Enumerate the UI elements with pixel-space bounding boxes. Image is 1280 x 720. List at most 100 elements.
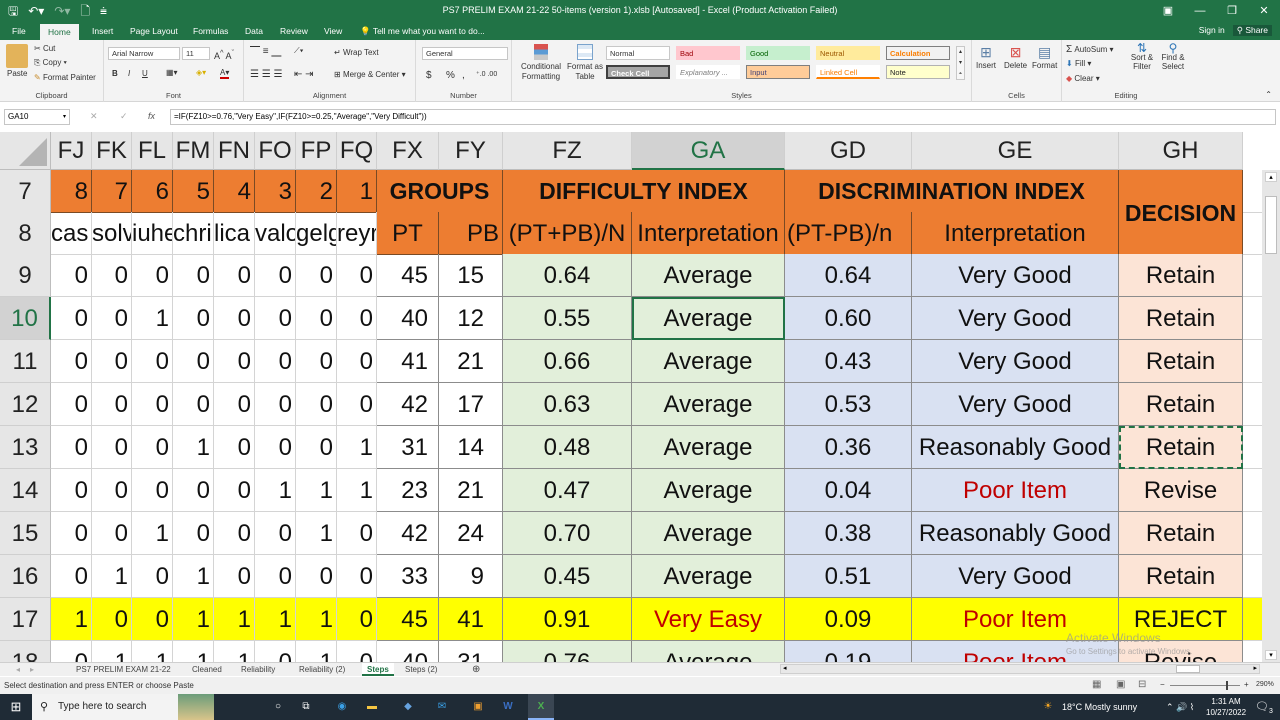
conditional-formatting-button[interactable]: Conditional Formatting (518, 44, 564, 82)
item-number-header[interactable]: 7 (92, 170, 132, 213)
row-header-12[interactable]: 12 (0, 383, 51, 426)
item-score-cell[interactable]: 0 (92, 598, 132, 641)
discrimination-interpretation-cell[interactable]: Reasonably Good (912, 512, 1119, 555)
decision-cell[interactable]: Revise (1119, 469, 1243, 512)
discrimination-index-header[interactable]: DISCRIMINATION INDEX (785, 170, 1119, 213)
item-score-cell[interactable]: 0 (214, 254, 255, 297)
vertical-scroll-thumb[interactable] (1265, 196, 1277, 254)
sheet-tab[interactable]: Reliability (2) (299, 663, 345, 676)
item-score-cell[interactable]: 0 (51, 555, 92, 598)
collapse-ribbon-icon[interactable]: ⌃ (1265, 90, 1272, 99)
item-score-cell[interactable]: 1 (214, 598, 255, 641)
discrimination-index-cell[interactable]: 0.43 (785, 340, 912, 383)
task-view-icon[interactable]: ⧉ (294, 694, 318, 720)
row-header-9[interactable]: 9 (0, 254, 51, 297)
pt-cell[interactable]: 40 (377, 297, 439, 340)
item-score-cell[interactable]: 0 (92, 254, 132, 297)
close-button[interactable]: ✕ (1248, 0, 1280, 22)
item-score-cell[interactable]: 1 (132, 641, 173, 662)
share-button[interactable]: ⚲ Share (1232, 25, 1272, 36)
format-button[interactable]: ▤ Format (1032, 44, 1057, 70)
style-explanatory[interactable]: Explanatory ... (676, 65, 740, 79)
decision-cell[interactable]: Retain (1119, 383, 1243, 426)
style-neutral[interactable]: Neutral (816, 46, 880, 60)
pb-cell[interactable]: 21 (439, 469, 503, 512)
item-number-header[interactable]: 5 (173, 170, 214, 213)
insert-function-icon[interactable]: fx (148, 111, 155, 121)
select-all-button[interactable] (0, 132, 51, 170)
pb-cell[interactable]: 17 (439, 383, 503, 426)
spreadsheet-grid[interactable]: FJ FK FL FM FN FO FP FQ FX FY FZ GA GD GE GH 7 8 9 10 11 12 1… (0, 132, 1262, 662)
styles-scroll-icon[interactable]: ▴ ▾ ⩡ (956, 46, 965, 80)
discrimination-index-cell[interactable]: 0.51 (785, 555, 912, 598)
item-score-cell[interactable]: 0 (337, 340, 377, 383)
item-score-cell[interactable]: 0 (214, 555, 255, 598)
difficulty-index-cell[interactable]: 0.70 (503, 512, 632, 555)
difficulty-interpretation-cell[interactable]: Average (632, 297, 785, 340)
restore-button[interactable]: ❐ (1216, 0, 1248, 22)
zoom-in-button[interactable]: + (1244, 680, 1249, 689)
decision-cell[interactable]: Retain (1119, 426, 1243, 469)
empty-cell[interactable] (1243, 340, 1262, 383)
tab-view[interactable]: View (324, 25, 342, 38)
decision-header[interactable]: DECISION (1119, 170, 1243, 256)
item-score-cell[interactable]: 1 (173, 426, 214, 469)
scroll-left-icon[interactable]: ◂ (783, 664, 787, 672)
tab-formulas[interactable]: Formulas (193, 25, 228, 38)
currency-button[interactable]: $ (426, 70, 432, 81)
row-header-10[interactable]: 10 (0, 297, 51, 340)
sheet-prev-icon[interactable]: ◂ (16, 663, 20, 676)
paste-icon[interactable] (6, 44, 28, 68)
item-score-cell[interactable]: 0 (173, 340, 214, 383)
add-sheet-icon[interactable]: ⊕ (472, 663, 480, 676)
sign-in-link[interactable]: Sign in (1199, 25, 1225, 36)
item-score-cell[interactable]: 0 (132, 598, 173, 641)
item-number-header[interactable]: 2 (296, 170, 337, 213)
percent-button[interactable]: % (446, 70, 455, 81)
notifications-icon[interactable]: 🗨3 (1252, 694, 1276, 720)
item-score-cell[interactable]: 0 (337, 641, 377, 662)
column-header-fn[interactable]: FN (214, 132, 255, 170)
column-header-fy[interactable]: FY (439, 132, 503, 170)
item-number-header[interactable]: 4 (214, 170, 255, 213)
discrimination-interpretation-header[interactable]: Interpretation (912, 212, 1119, 255)
windows-start-icon[interactable]: ⊞ (0, 694, 32, 720)
discrimination-index-cell[interactable]: 0.60 (785, 297, 912, 340)
pt-cell[interactable]: 40 (377, 641, 439, 662)
discrimination-index-cell[interactable]: 0.53 (785, 383, 912, 426)
item-score-cell[interactable]: 0 (132, 254, 173, 297)
column-header-ga[interactable]: GA (632, 132, 785, 170)
column-header-fx[interactable]: FX (377, 132, 439, 170)
item-score-cell[interactable]: 0 (337, 555, 377, 598)
column-header-ge[interactable]: GE (912, 132, 1119, 170)
column-header-fo[interactable]: FO (255, 132, 296, 170)
item-score-cell[interactable]: 1 (132, 297, 173, 340)
weather-text[interactable]: 18°C Mostly sunny (1062, 694, 1137, 720)
item-score-cell[interactable]: 0 (132, 340, 173, 383)
pb-cell[interactable]: 12 (439, 297, 503, 340)
font-size-dropdown[interactable]: 11 (182, 47, 210, 60)
cut-button[interactable]: ✂ Cut (34, 44, 55, 53)
item-score-cell[interactable]: 0 (51, 469, 92, 512)
item-score-cell[interactable]: 0 (51, 512, 92, 555)
ribbon-display-options-icon[interactable]: ▣ (1152, 0, 1184, 22)
difficulty-interpretation-cell[interactable]: Average (632, 641, 785, 662)
row-header-18[interactable]: 18 (0, 641, 51, 662)
copy-button[interactable]: ⎘ Copy ▾ (34, 58, 67, 68)
format-painter-button[interactable]: ✎ Format Painter (34, 73, 96, 82)
discrimination-interpretation-cell[interactable]: Very Good (912, 383, 1119, 426)
item-score-cell[interactable]: 0 (51, 254, 92, 297)
item-score-cell[interactable]: 0 (132, 383, 173, 426)
edge-icon[interactable]: ◉ (330, 694, 354, 720)
borders-icon[interactable]: ▦▾ (166, 68, 178, 77)
sort-filter-button[interactable]: ⇅ Sort & Filter (1128, 42, 1156, 71)
pb-cell[interactable]: 31 (439, 641, 503, 662)
delete-button[interactable]: ⊠ Delete (1004, 44, 1027, 70)
difficulty-index-cell[interactable]: 0.91 (503, 598, 632, 641)
column-header-fz[interactable]: FZ (503, 132, 632, 170)
item-score-cell[interactable]: 0 (337, 512, 377, 555)
difficulty-index-cell[interactable]: 0.66 (503, 340, 632, 383)
item-score-cell[interactable]: 0 (51, 340, 92, 383)
item-score-cell[interactable]: 1 (255, 598, 296, 641)
zoom-level[interactable]: 290% (1256, 681, 1274, 688)
